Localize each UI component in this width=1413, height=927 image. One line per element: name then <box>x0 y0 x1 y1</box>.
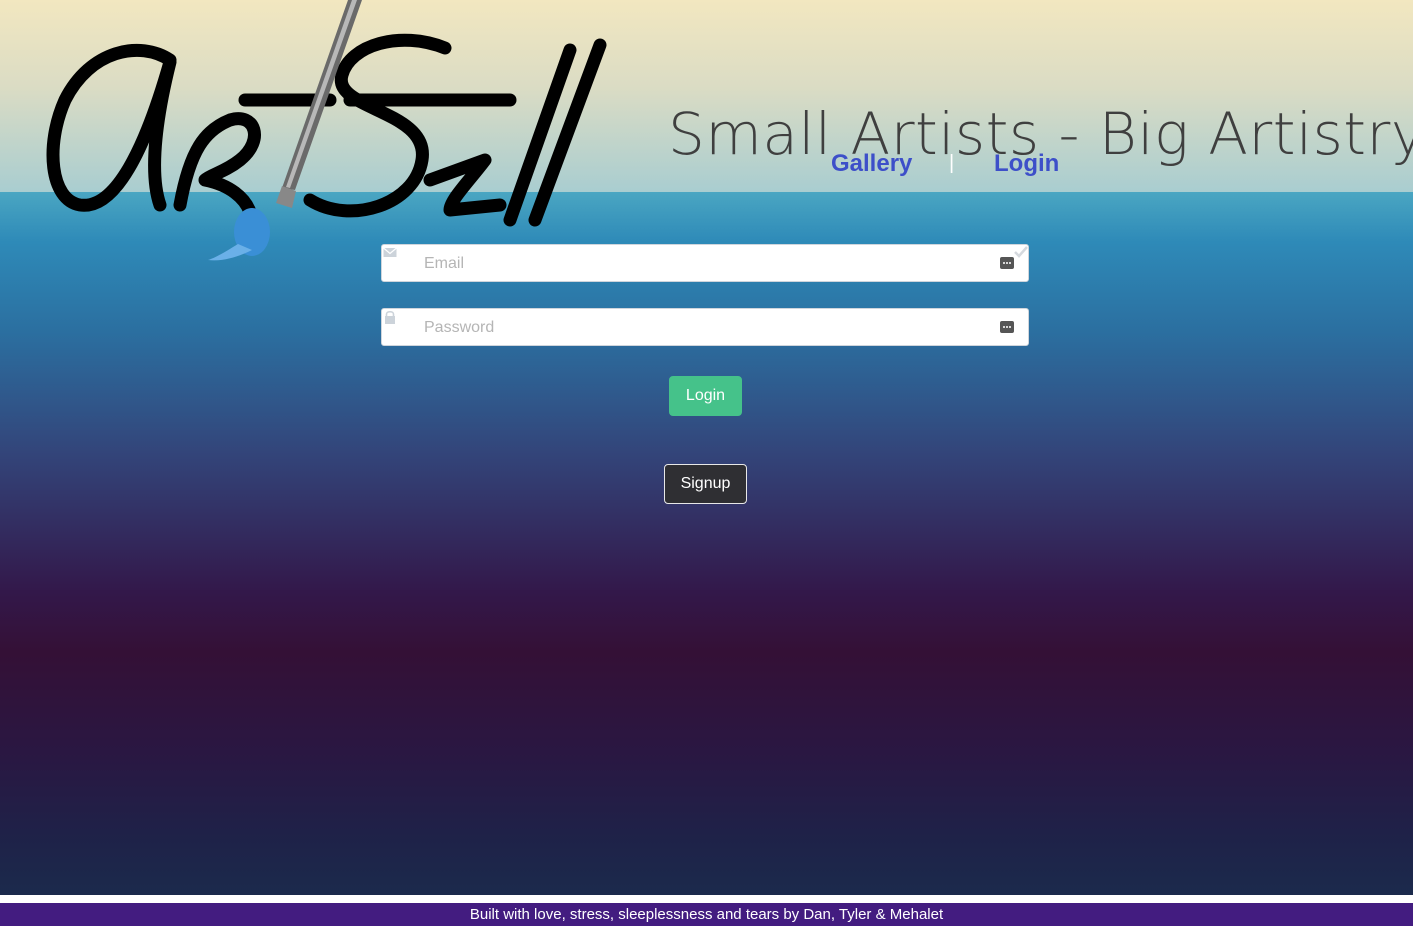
main-background <box>0 192 1413 895</box>
password-field[interactable] <box>381 308 1029 347</box>
password-manager-icon[interactable] <box>1000 320 1014 334</box>
footer-text: Built with love, stress, sleeplessness a… <box>469 906 944 923</box>
signup-button[interactable]: Signup <box>664 464 747 504</box>
nav-separator: | <box>949 152 955 174</box>
password-manager-icon[interactable] <box>1000 256 1014 270</box>
envelope-icon <box>383 247 397 257</box>
nav-login-link[interactable]: Login <box>994 150 1059 178</box>
artsell-logo[interactable] <box>30 0 620 270</box>
password-input[interactable] <box>422 309 986 347</box>
nav-gallery-link[interactable]: Gallery <box>831 150 912 178</box>
email-field[interactable] <box>381 244 1029 283</box>
check-icon <box>1014 246 1028 258</box>
lock-icon <box>385 310 395 324</box>
login-button[interactable]: Login <box>669 376 742 416</box>
footer-divider <box>0 895 1413 903</box>
email-input[interactable] <box>422 245 986 283</box>
footer: Built with love, stress, sleeplessness a… <box>0 903 1413 926</box>
